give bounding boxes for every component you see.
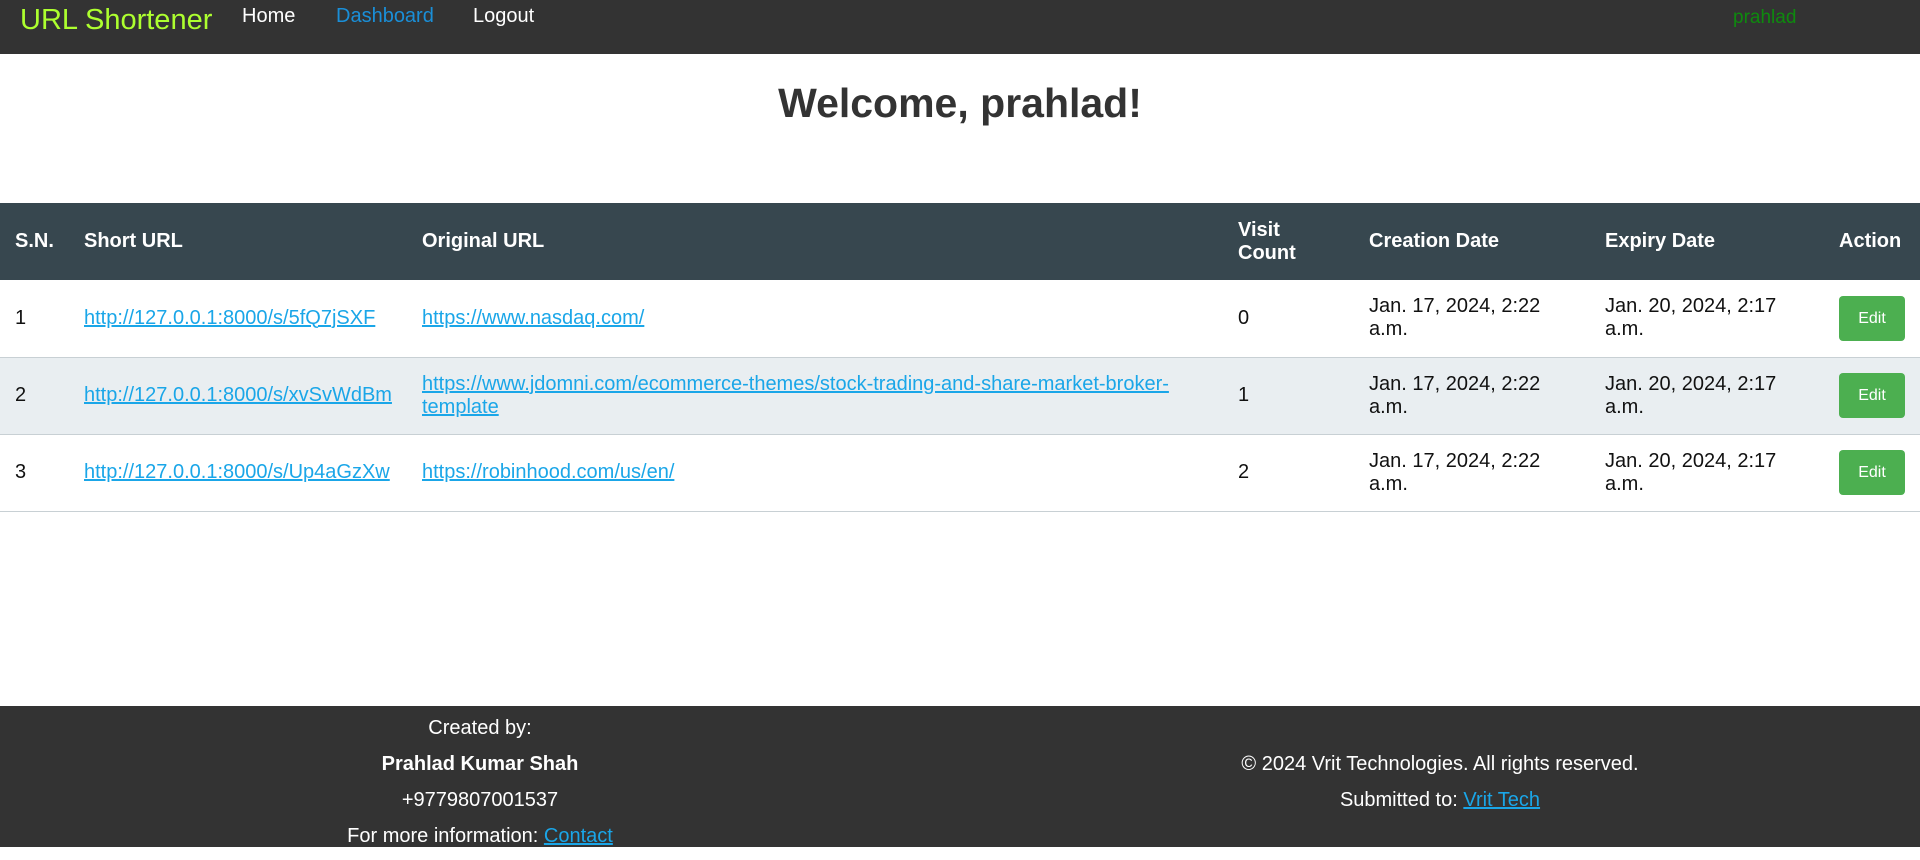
original-url-link[interactable]: https://www.jdomni.com/ecommerce-themes/…	[422, 373, 1169, 418]
original-url-link[interactable]: https://robinhood.com/us/en/	[422, 461, 674, 483]
copyright-text: © 2024 Vrit Technologies. All rights res…	[1241, 753, 1639, 775]
cell-action: Edit	[1824, 434, 1920, 512]
nav-logout-link[interactable]: Logout	[473, 5, 534, 28]
cell-short-url: http://127.0.0.1:8000/s/5fQ7jSXF	[69, 280, 407, 358]
cell-short-url: http://127.0.0.1:8000/s/Up4aGzXw	[69, 434, 407, 512]
table-header-row: S.N. Short URL Original URL Visit Count C…	[0, 203, 1920, 280]
short-url-link[interactable]: http://127.0.0.1:8000/s/5fQ7jSXF	[84, 307, 375, 329]
cell-sn: 3	[0, 434, 69, 512]
header-short-url: Short URL	[69, 203, 407, 280]
table-row: 3 http://127.0.0.1:8000/s/Up4aGzXw https…	[0, 434, 1920, 512]
header-creation-date: Creation Date	[1354, 203, 1590, 280]
footer-copyright: © 2024 Vrit Technologies. All rights res…	[960, 752, 1920, 824]
author-phone: +9779807001537	[401, 789, 559, 811]
welcome-heading: Welcome, prahlad!	[778, 80, 1142, 126]
url-table: S.N. Short URL Original URL Visit Count C…	[0, 203, 1920, 512]
contact-link[interactable]: Contact	[544, 825, 613, 847]
header-visit-count-line1: Visit	[1238, 218, 1280, 241]
edit-button[interactable]: Edit	[1839, 295, 1905, 341]
short-url-link[interactable]: http://127.0.0.1:8000/s/xvSvWdBm	[84, 384, 392, 406]
header-sn: S.N.	[0, 203, 69, 280]
cell-original-url: https://www.nasdaq.com/	[407, 280, 1223, 358]
submitted-to-line: Submitted to: Vrit Tech	[960, 788, 1920, 824]
cell-sn: 1	[0, 280, 69, 358]
nav-home-link[interactable]: Home	[242, 5, 295, 28]
header-action: Action	[1824, 203, 1920, 280]
cell-expiry-date: Jan. 20, 2024, 2:17 a.m.	[1590, 280, 1824, 358]
header-original-url: Original URL	[407, 203, 1223, 280]
cell-visit-count: 0	[1223, 280, 1354, 358]
cell-creation-date: Jan. 17, 2024, 2:22 a.m.	[1354, 280, 1590, 358]
more-info-line: For more information: Contact	[0, 824, 960, 860]
author-name: Prahlad Kumar Shah	[381, 753, 579, 775]
cell-expiry-date: Jan. 20, 2024, 2:17 a.m.	[1590, 434, 1824, 512]
cell-action: Edit	[1824, 280, 1920, 358]
original-url-link[interactable]: https://www.nasdaq.com/	[422, 307, 644, 329]
edit-button[interactable]: Edit	[1839, 373, 1905, 418]
footer-credits: Created by: Prahlad Kumar Shah +97798070…	[0, 716, 960, 860]
header-expiry-date: Expiry Date	[1590, 203, 1824, 280]
header-visit-count-line2: Count	[1238, 241, 1296, 264]
brand-logo-link[interactable]: URL Shortener	[20, 4, 212, 37]
created-by-label: Created by:	[428, 717, 532, 739]
cell-visit-count: 1	[1223, 357, 1354, 435]
cell-short-url: http://127.0.0.1:8000/s/xvSvWdBm	[69, 357, 407, 435]
nav-dashboard-link[interactable]: Dashboard	[336, 5, 434, 28]
table-row: 2 http://127.0.0.1:8000/s/xvSvWdBm https…	[0, 357, 1920, 435]
cell-original-url: https://robinhood.com/us/en/	[407, 434, 1223, 512]
cell-creation-date: Jan. 17, 2024, 2:22 a.m.	[1354, 357, 1590, 435]
vrit-tech-link[interactable]: Vrit Tech	[1463, 789, 1540, 811]
cell-action: Edit	[1824, 357, 1920, 435]
header-visit-count: Visit Count	[1223, 203, 1354, 280]
short-url-link[interactable]: http://127.0.0.1:8000/s/Up4aGzXw	[84, 461, 390, 483]
cell-sn: 2	[0, 357, 69, 435]
table-row: 1 http://127.0.0.1:8000/s/5fQ7jSXF https…	[0, 280, 1920, 358]
cell-expiry-date: Jan. 20, 2024, 2:17 a.m.	[1590, 357, 1824, 435]
footer: Created by: Prahlad Kumar Shah +97798070…	[0, 706, 1920, 847]
cell-visit-count: 2	[1223, 434, 1354, 512]
current-username: prahlad	[1733, 7, 1797, 28]
edit-button[interactable]: Edit	[1839, 450, 1905, 495]
more-info-label: For more information:	[347, 825, 539, 847]
submitted-to-label: Submitted to:	[1339, 789, 1458, 811]
cell-creation-date: Jan. 17, 2024, 2:22 a.m.	[1354, 434, 1590, 512]
cell-original-url: https://www.jdomni.com/ecommerce-themes/…	[407, 357, 1223, 435]
navbar: URL Shortener Home Dashboard Logout prah…	[0, 0, 1920, 54]
